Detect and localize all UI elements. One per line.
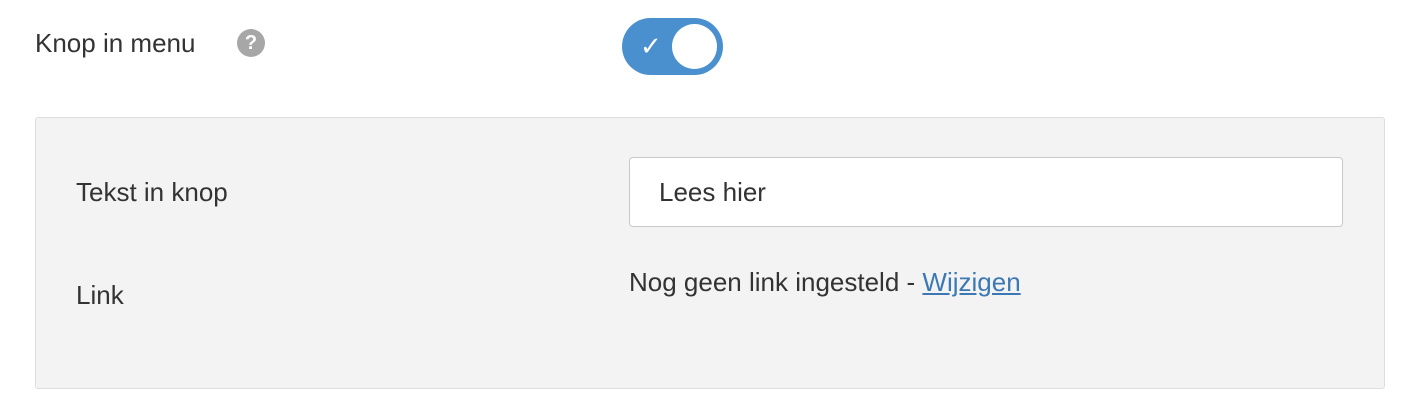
link-status-text: Nog geen link ingesteld - bbox=[629, 267, 916, 297]
change-link-button[interactable]: Wijzigen bbox=[922, 267, 1020, 297]
link-label: Link bbox=[76, 280, 124, 310]
button-settings-panel: Tekst in knop Link Nog geen link ingeste… bbox=[35, 117, 1385, 389]
button-text-input[interactable] bbox=[629, 157, 1343, 227]
menu-button-label: Knop in menu bbox=[35, 28, 196, 58]
toggle-knob bbox=[672, 24, 717, 69]
checkmark-icon: ✓ bbox=[640, 31, 662, 61]
link-status: Nog geen link ingesteld - Wijzigen bbox=[629, 265, 1021, 299]
question-mark-icon[interactable]: ? bbox=[237, 29, 265, 57]
menu-button-toggle[interactable]: ✓ bbox=[622, 18, 723, 75]
button-text-label: Tekst in knop bbox=[76, 177, 228, 207]
